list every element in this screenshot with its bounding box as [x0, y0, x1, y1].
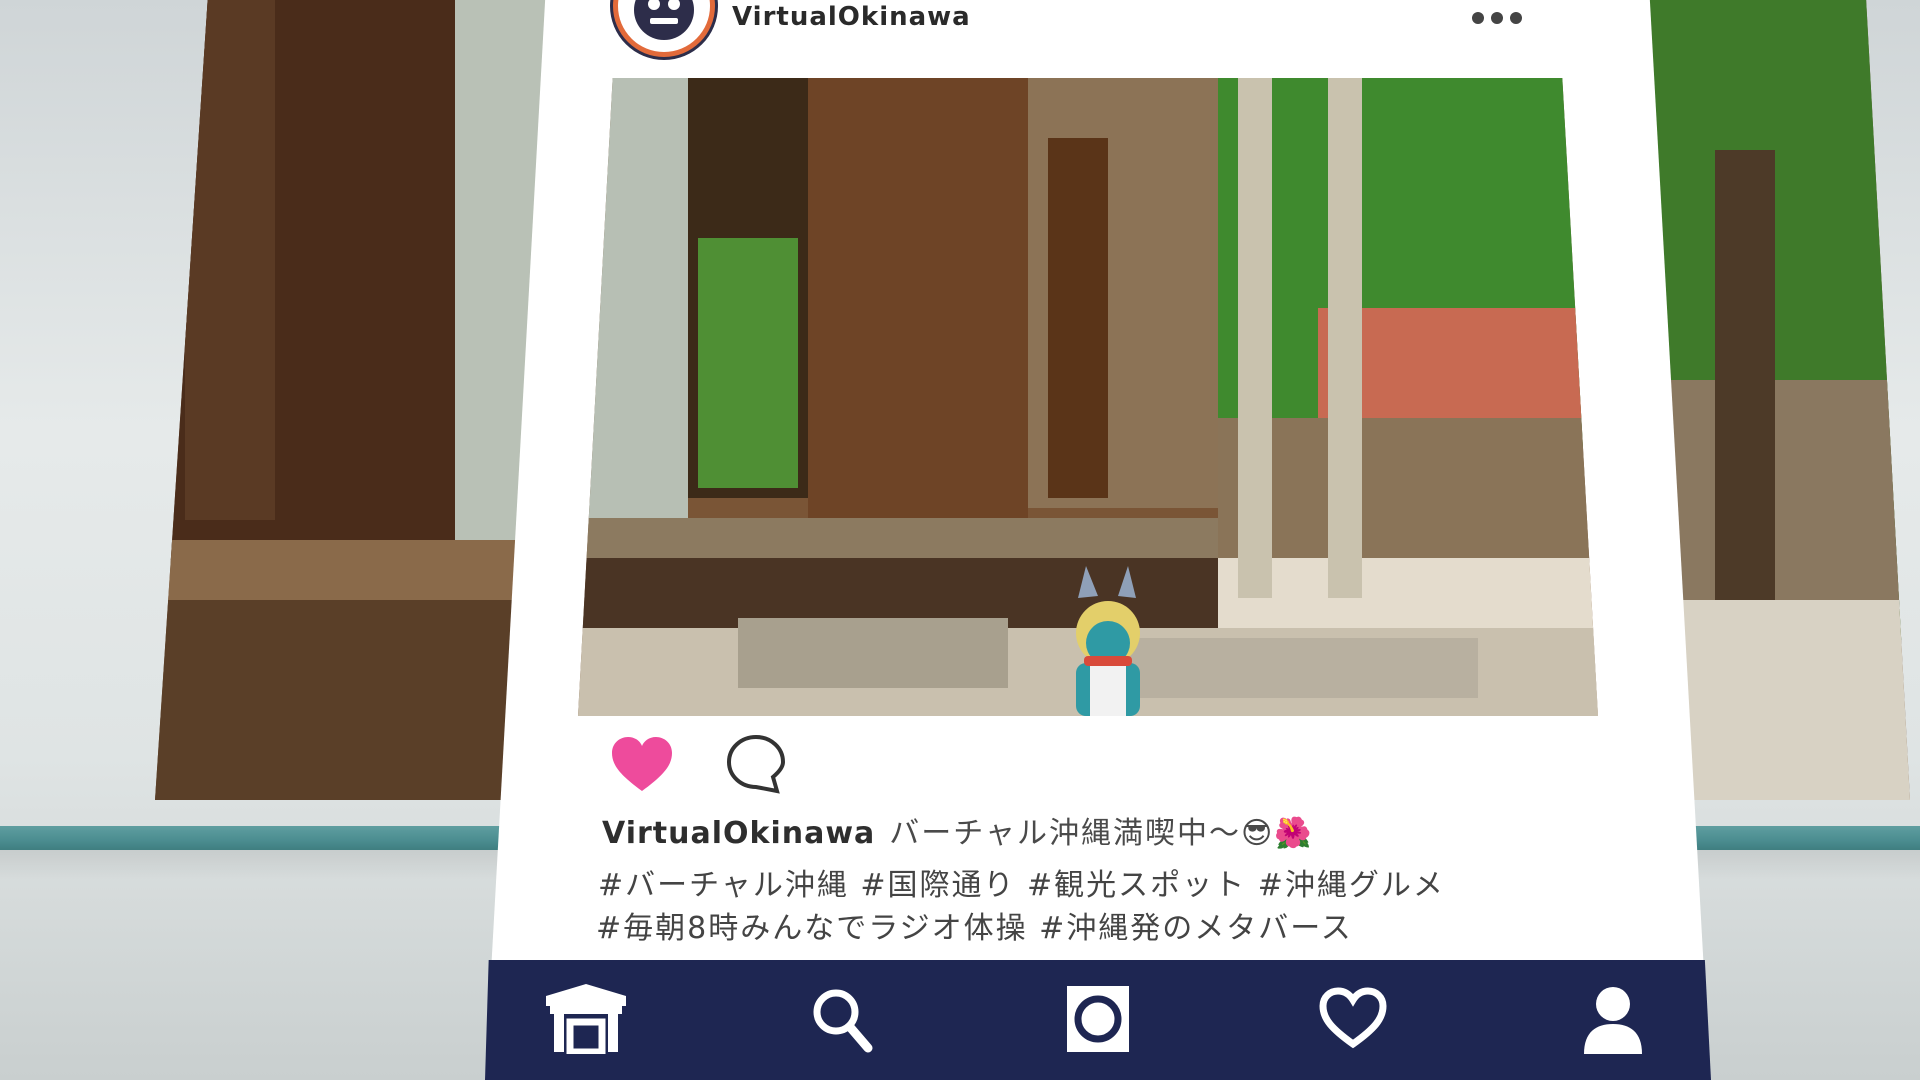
hashtags-line-2[interactable]: #毎朝8時みんなでラジオ体操 #沖縄発のメタバース — [596, 903, 1353, 947]
camera-icon[interactable] — [1065, 984, 1131, 1054]
comment-bubble-icon[interactable] — [725, 733, 787, 795]
hashtags-line-1[interactable]: #バーチャル沖縄 #国際通り #観光スポット #沖縄グルメ — [598, 860, 1445, 904]
post-username[interactable]: VirtualOkinawa — [732, 2, 971, 32]
post-photo[interactable] — [578, 78, 1598, 716]
post-caption: VirtualOkinawa バーチャル沖縄満喫中〜😎🌺 — [602, 808, 1314, 852]
search-icon[interactable] — [810, 986, 874, 1054]
caption-text: バーチャル沖縄満喫中〜😎🌺 — [889, 816, 1314, 851]
more-dots-icon[interactable] — [1470, 10, 1524, 26]
profile-icon[interactable] — [1582, 984, 1644, 1056]
caption-username[interactable]: VirtualOkinawa — [602, 816, 875, 851]
heart-filled-icon[interactable] — [610, 735, 674, 795]
post-photo-scene — [578, 78, 1598, 716]
shop-icon[interactable] — [540, 982, 632, 1054]
heart-outline-icon[interactable] — [1318, 986, 1388, 1050]
